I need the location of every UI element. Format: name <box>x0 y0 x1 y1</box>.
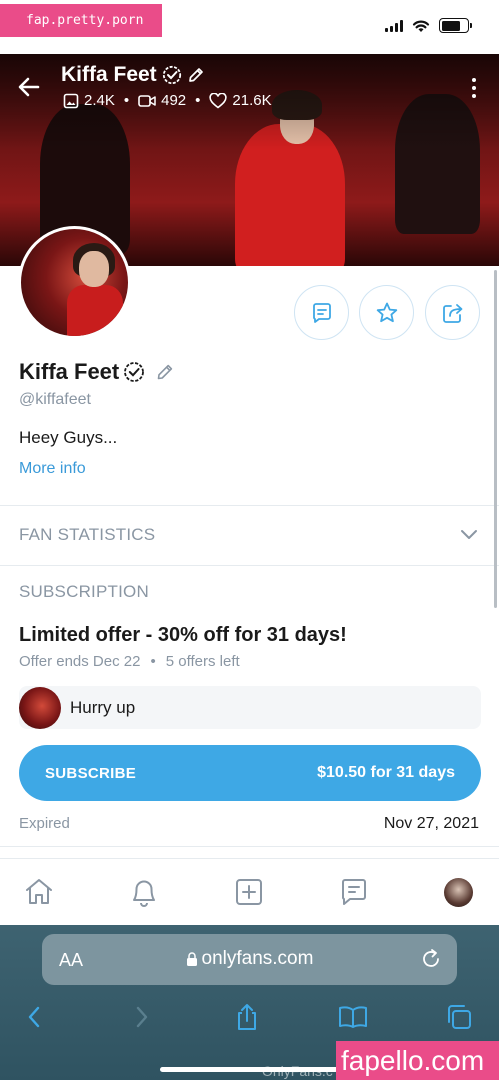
profile-username: @kiffafeet <box>19 391 91 408</box>
profile-name-text: Kiffa Feet <box>19 359 120 384</box>
scrollbar[interactable] <box>494 270 497 608</box>
share-icon <box>238 1004 256 1030</box>
stat-separator: • <box>123 92 130 109</box>
favorite-button[interactable] <box>359 285 414 340</box>
expired-label: Expired <box>19 815 70 832</box>
chevron-right-icon <box>136 1006 148 1028</box>
message-icon <box>312 302 331 323</box>
subscription-header: SUBSCRIPTION <box>19 582 149 601</box>
tabs-icon <box>448 1005 471 1029</box>
stat-likes-value: 21.6K <box>232 92 272 109</box>
stat-photos: 2.4K <box>63 92 115 109</box>
stat-videos-value: 492 <box>161 92 187 109</box>
book-icon <box>339 1006 367 1028</box>
subscribe-price: $10.50 for 31 days <box>317 764 455 781</box>
watermark-bottom: fapello.com <box>336 1041 499 1080</box>
heart-icon <box>209 92 228 109</box>
promo-avatar <box>19 686 61 729</box>
more-options-icon[interactable] <box>471 78 477 98</box>
messages-icon <box>341 879 366 905</box>
status-icons <box>385 18 472 33</box>
bell-icon <box>133 880 155 907</box>
url-text: onlyfans.com <box>201 948 314 969</box>
share-icon <box>442 303 462 323</box>
promo-text: Hurry up <box>70 697 136 717</box>
verified-icon <box>162 65 181 85</box>
share-button[interactable] <box>425 285 480 340</box>
edit-pencil-icon[interactable] <box>187 66 205 84</box>
offer-meta: Offer ends Dec 22 • 5 offers left <box>19 653 240 670</box>
watermark-top: fap.pretty.porn <box>0 4 162 37</box>
promo-message: Hurry up <box>19 686 481 729</box>
edit-pencil-icon[interactable] <box>155 362 175 382</box>
star-icon <box>376 302 397 322</box>
cover-name-text: Kiffa Feet <box>61 63 157 86</box>
add-post-icon <box>236 879 262 905</box>
signal-icon <box>385 19 403 32</box>
offer-title: Limited offer - 30% off for 31 days! <box>19 624 347 646</box>
subscribe-label: SUBSCRIBE <box>45 764 137 782</box>
url-display[interactable]: onlyfans.com <box>42 948 457 970</box>
offer-ends: Offer ends Dec 22 <box>19 653 141 670</box>
status-bar: fap.pretty.porn <box>0 0 499 54</box>
stat-videos: 492 <box>138 92 186 109</box>
verified-icon <box>124 362 145 382</box>
offers-left: 5 offers left <box>165 653 240 670</box>
stat-photos-value: 2.4K <box>84 92 115 109</box>
cover-profile-name: Kiffa Feet <box>61 63 205 87</box>
url-bar[interactable]: AA onlyfans.com <box>42 934 457 985</box>
image-icon <box>63 93 79 108</box>
divider <box>0 565 499 566</box>
lock-icon <box>186 951 197 966</box>
browser-tabs-button[interactable] <box>444 1002 474 1032</box>
wifi-icon <box>412 20 430 32</box>
nav-home[interactable] <box>22 875 56 909</box>
home-icon <box>26 879 52 904</box>
back-arrow-icon[interactable] <box>16 74 42 100</box>
profile-bio: Heey Guys... <box>19 428 118 447</box>
reload-icon[interactable] <box>420 948 442 970</box>
nav-add-post[interactable] <box>232 875 266 909</box>
battery-icon <box>439 18 472 33</box>
browser-forward-button[interactable] <box>127 1002 157 1032</box>
subscribe-button[interactable]: SUBSCRIBE $10.50 for 31 days <box>19 745 481 801</box>
bottom-nav <box>0 858 499 925</box>
profile-name: Kiffa Feet <box>19 359 175 385</box>
divider <box>0 505 499 506</box>
cover-stats: 2.4K • 492 • 21.6K <box>63 92 272 109</box>
stat-likes: 21.6K <box>209 92 272 109</box>
home-indicator <box>160 1067 338 1072</box>
nav-messages[interactable] <box>337 875 371 909</box>
meta-separator: • <box>150 653 156 670</box>
browser-bookmarks-button[interactable] <box>338 1002 368 1032</box>
expired-date: Nov 27, 2021 <box>383 815 479 832</box>
stat-separator: • <box>195 92 201 109</box>
profile-avatar[interactable] <box>18 226 131 339</box>
chevron-left-icon <box>28 1006 40 1028</box>
fan-statistics-header[interactable]: FAN STATISTICS <box>19 525 155 545</box>
chevron-down-icon[interactable] <box>459 524 479 544</box>
divider <box>0 846 499 847</box>
browser-share-button[interactable] <box>232 1002 262 1032</box>
nav-profile-avatar[interactable] <box>444 878 473 907</box>
video-icon <box>138 94 156 107</box>
nav-notifications[interactable] <box>127 875 161 909</box>
message-button[interactable] <box>294 285 349 340</box>
browser-back-button[interactable] <box>19 1002 49 1032</box>
more-info-link[interactable]: More info <box>19 460 86 478</box>
